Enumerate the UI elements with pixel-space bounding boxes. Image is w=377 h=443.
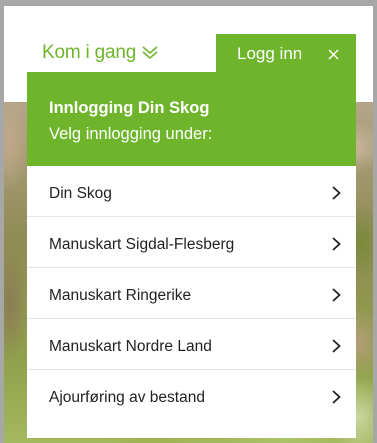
panel-subtitle: Velg innlogging under: xyxy=(49,125,213,143)
kom-i-gang-label: Kom i gang xyxy=(42,42,137,63)
chevron-right-icon xyxy=(332,390,341,404)
top-bar: Kom i gang Logg inn xyxy=(4,6,373,72)
menu-item-manuskart-ringerike[interactable]: Manuskart Ringerike xyxy=(27,268,356,319)
chevron-right-icon xyxy=(332,339,341,353)
chevron-right-icon xyxy=(332,288,341,302)
page-frame: Kom i gang Logg inn Innlogging Din Skog … xyxy=(4,6,373,443)
login-dropdown-panel: Innlogging Din Skog Velg innlogging unde… xyxy=(27,72,356,438)
menu-item-label: Manuskart Nordre Land xyxy=(49,338,212,355)
menu-item-din-skog[interactable]: Din Skog xyxy=(27,166,356,217)
menu-item-manuskart-nordre-land[interactable]: Manuskart Nordre Land xyxy=(27,319,356,370)
kom-i-gang-button[interactable]: Kom i gang xyxy=(42,42,158,64)
login-tab-button[interactable]: Logg inn xyxy=(216,34,356,72)
menu-item-label: Manuskart Ringerike xyxy=(49,287,192,304)
login-tab-label: Logg inn xyxy=(237,44,303,63)
menu-item-ajourforing-av-bestand[interactable]: Ajourføring av bestand xyxy=(27,370,356,420)
menu-item-label: Manuskart Sigdal-Flesberg xyxy=(49,236,235,253)
chevron-right-icon xyxy=(332,237,341,251)
menu-item-manuskart-sigdal-flesberg[interactable]: Manuskart Sigdal-Flesberg xyxy=(27,217,356,268)
menu-item-label: Din Skog xyxy=(49,185,112,202)
double-chevron-down-icon xyxy=(142,46,158,60)
close-icon[interactable] xyxy=(328,49,339,60)
panel-header: Innlogging Din Skog Velg innlogging unde… xyxy=(27,72,356,166)
panel-title: Innlogging Din Skog xyxy=(49,99,210,117)
chevron-right-icon xyxy=(332,186,341,200)
menu-item-label: Ajourføring av bestand xyxy=(49,389,205,406)
